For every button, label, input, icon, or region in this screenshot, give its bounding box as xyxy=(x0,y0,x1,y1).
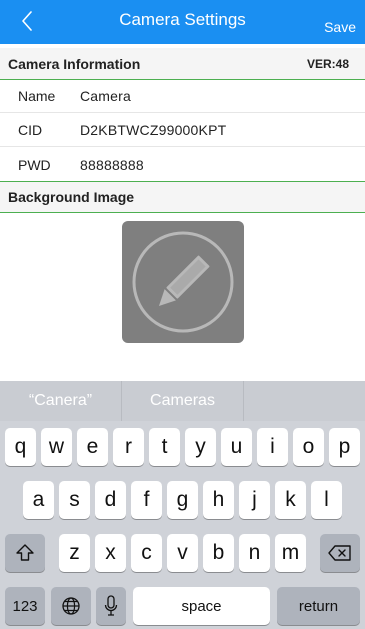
key-f[interactable]: f xyxy=(131,481,162,519)
name-label: Name xyxy=(18,88,56,104)
key-j[interactable]: j xyxy=(239,481,270,519)
delete-key[interactable] xyxy=(320,534,360,572)
pwd-row[interactable]: PWD 88888888 xyxy=(0,148,365,181)
cid-value[interactable]: D2KBTWCZ99000KPT xyxy=(62,122,226,138)
background-header: Background Image xyxy=(0,181,365,213)
version-label: VER:48 xyxy=(306,56,349,71)
name-value[interactable]: Camera xyxy=(62,88,131,104)
key-r[interactable]: r xyxy=(113,428,144,466)
pencil-icon xyxy=(132,231,234,333)
key-u[interactable]: u xyxy=(221,428,252,466)
key-w[interactable]: w xyxy=(41,428,72,466)
globe-icon xyxy=(62,597,80,615)
key-g[interactable]: g xyxy=(167,481,198,519)
key-i[interactable]: i xyxy=(257,428,288,466)
backspace-icon xyxy=(328,545,351,561)
pwd-label: PWD xyxy=(18,156,51,173)
key-b[interactable]: b xyxy=(203,534,234,572)
key-k[interactable]: k xyxy=(275,481,306,519)
key-q[interactable]: q xyxy=(5,428,36,466)
suggestion-3[interactable] xyxy=(244,381,365,421)
keyboard: “Canera” Cameras q w e r t y u i o p a s… xyxy=(0,381,365,629)
mic-key[interactable] xyxy=(96,587,126,625)
suggestion-bar: “Canera” Cameras xyxy=(0,381,365,421)
space-key[interactable]: space xyxy=(133,587,270,625)
return-key[interactable]: return xyxy=(277,587,360,625)
background-title: Background Image xyxy=(8,189,135,205)
shift-icon xyxy=(16,544,34,561)
camera-info-title: Camera Information xyxy=(8,55,141,72)
suggestion-1[interactable]: “Canera” xyxy=(0,381,122,421)
globe-key[interactable] xyxy=(51,587,91,625)
name-row[interactable]: Name Camera xyxy=(0,80,365,113)
suggestion-2[interactable]: Cameras xyxy=(122,381,244,421)
key-d[interactable]: d xyxy=(95,481,126,519)
back-button[interactable] xyxy=(14,8,40,34)
background-image-button[interactable] xyxy=(122,221,244,343)
key-p[interactable]: p xyxy=(329,428,360,466)
key-z[interactable]: z xyxy=(59,534,90,572)
key-y[interactable]: y xyxy=(185,428,216,466)
numbers-key[interactable]: 123 xyxy=(5,587,45,625)
cid-label: CID xyxy=(18,122,43,138)
pwd-value[interactable]: 88888888 xyxy=(62,157,144,173)
cid-row[interactable]: CID D2KBTWCZ99000KPT xyxy=(0,114,365,147)
key-o[interactable]: o xyxy=(293,428,324,466)
key-n[interactable]: n xyxy=(239,534,270,572)
camera-info-header: Camera Information VER:48 xyxy=(0,48,365,80)
page-title: Camera Settings xyxy=(119,10,246,29)
key-h[interactable]: h xyxy=(203,481,234,519)
key-v[interactable]: v xyxy=(167,534,198,572)
key-m[interactable]: m xyxy=(275,534,306,572)
shift-key[interactable] xyxy=(5,534,45,572)
key-l[interactable]: l xyxy=(311,481,342,519)
nav-bar: Camera Settings Save xyxy=(0,0,365,44)
key-x[interactable]: x xyxy=(95,534,126,572)
microphone-icon xyxy=(104,595,118,616)
save-button[interactable]: Save xyxy=(324,19,356,35)
key-a[interactable]: a xyxy=(23,481,54,519)
chevron-left-icon xyxy=(22,11,32,31)
key-t[interactable]: t xyxy=(149,428,180,466)
key-e[interactable]: e xyxy=(77,428,108,466)
key-s[interactable]: s xyxy=(59,481,90,519)
key-c[interactable]: c xyxy=(131,534,162,572)
